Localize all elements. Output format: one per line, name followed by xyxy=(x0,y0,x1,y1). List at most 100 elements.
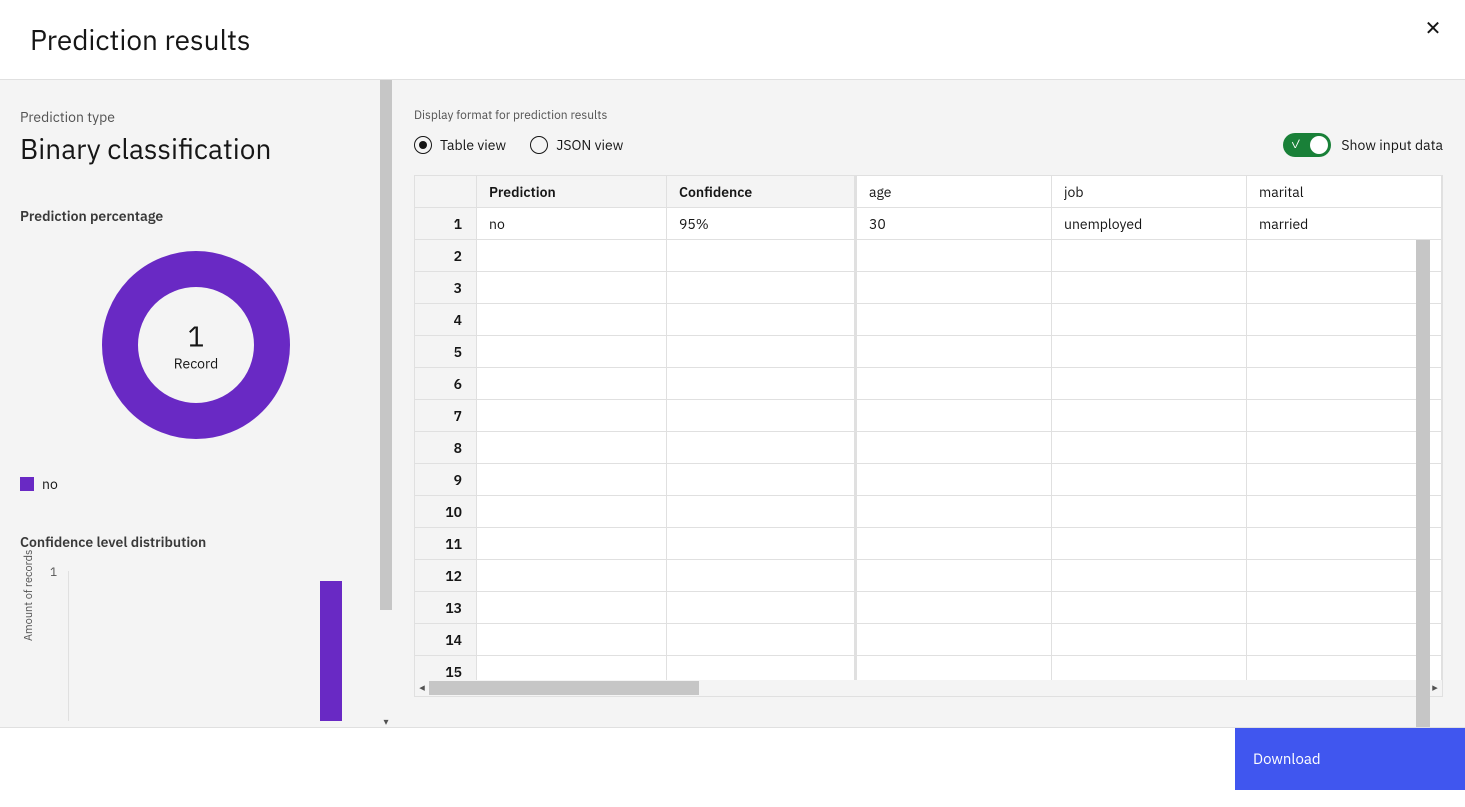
cell-confidence[interactable] xyxy=(667,304,857,336)
cell-job[interactable] xyxy=(1052,496,1247,528)
cell-prediction[interactable] xyxy=(477,368,667,400)
column-header-prediction[interactable]: Prediction xyxy=(477,176,667,208)
cell-job[interactable] xyxy=(1052,560,1247,592)
chevron-left-icon[interactable]: ◂ xyxy=(415,681,429,695)
cell-prediction[interactable] xyxy=(477,240,667,272)
row-number[interactable]: 13 xyxy=(415,592,477,624)
cell-marital[interactable] xyxy=(1247,304,1442,336)
cell-confidence[interactable] xyxy=(667,528,857,560)
cell-confidence[interactable] xyxy=(667,464,857,496)
cell-age[interactable] xyxy=(857,432,1052,464)
cell-age[interactable] xyxy=(857,560,1052,592)
row-number[interactable]: 6 xyxy=(415,368,477,400)
chevron-down-icon[interactable]: ▾ xyxy=(380,715,392,727)
row-number[interactable]: 14 xyxy=(415,624,477,656)
row-number[interactable]: 1 xyxy=(415,208,477,240)
cell-job[interactable] xyxy=(1052,304,1247,336)
cell-job[interactable] xyxy=(1052,432,1247,464)
cell-age[interactable] xyxy=(857,624,1052,656)
cell-age[interactable] xyxy=(857,592,1052,624)
cell-marital[interactable]: married xyxy=(1247,208,1442,240)
cell-age[interactable] xyxy=(857,528,1052,560)
cell-marital[interactable] xyxy=(1247,272,1442,304)
sidebar-scrollbar[interactable]: ▾ xyxy=(380,80,392,727)
row-number[interactable]: 8 xyxy=(415,432,477,464)
cell-job[interactable] xyxy=(1052,400,1247,432)
cell-job[interactable] xyxy=(1052,592,1247,624)
cell-prediction[interactable] xyxy=(477,400,667,432)
scrollbar-thumb[interactable] xyxy=(380,80,392,610)
cell-confidence[interactable] xyxy=(667,592,857,624)
cell-job[interactable] xyxy=(1052,368,1247,400)
cell-marital[interactable] xyxy=(1247,336,1442,368)
cell-marital[interactable] xyxy=(1247,624,1442,656)
cell-confidence[interactable] xyxy=(667,496,857,528)
cell-prediction[interactable] xyxy=(477,304,667,336)
cell-marital[interactable] xyxy=(1247,592,1442,624)
cell-age[interactable] xyxy=(857,464,1052,496)
cell-age[interactable] xyxy=(857,304,1052,336)
row-number[interactable]: 7 xyxy=(415,400,477,432)
cell-job[interactable] xyxy=(1052,336,1247,368)
radio-json-view[interactable]: JSON view xyxy=(530,136,623,154)
cell-job[interactable] xyxy=(1052,528,1247,560)
cell-prediction[interactable] xyxy=(477,272,667,304)
row-number[interactable]: 10 xyxy=(415,496,477,528)
row-number[interactable]: 12 xyxy=(415,560,477,592)
cell-confidence[interactable]: 95% xyxy=(667,208,857,240)
cell-prediction[interactable] xyxy=(477,528,667,560)
cell-prediction[interactable] xyxy=(477,432,667,464)
cell-confidence[interactable] xyxy=(667,368,857,400)
cell-job[interactable] xyxy=(1052,464,1247,496)
cell-marital[interactable] xyxy=(1247,496,1442,528)
cell-job[interactable]: unemployed xyxy=(1052,208,1247,240)
show-input-toggle[interactable]: ✓ xyxy=(1283,133,1331,157)
cell-prediction[interactable]: no xyxy=(477,208,667,240)
cell-confidence[interactable] xyxy=(667,400,857,432)
scrollbar-thumb[interactable] xyxy=(429,681,699,695)
download-button[interactable]: Download xyxy=(1235,728,1465,790)
chevron-right-icon[interactable]: ▸ xyxy=(1428,681,1442,695)
cell-prediction[interactable] xyxy=(477,496,667,528)
cell-age[interactable] xyxy=(857,336,1052,368)
cell-job[interactable] xyxy=(1052,624,1247,656)
vertical-scrollbar[interactable] xyxy=(1416,240,1430,760)
cell-marital[interactable] xyxy=(1247,528,1442,560)
cell-prediction[interactable] xyxy=(477,592,667,624)
cell-age[interactable] xyxy=(857,368,1052,400)
column-header-marital[interactable]: marital xyxy=(1247,176,1442,208)
cell-age[interactable] xyxy=(857,240,1052,272)
cell-age[interactable] xyxy=(857,496,1052,528)
scrollbar-thumb[interactable] xyxy=(1416,240,1430,730)
cell-confidence[interactable] xyxy=(667,624,857,656)
cell-confidence[interactable] xyxy=(667,336,857,368)
row-number[interactable]: 4 xyxy=(415,304,477,336)
cell-marital[interactable] xyxy=(1247,368,1442,400)
row-number[interactable]: 2 xyxy=(415,240,477,272)
column-header-confidence[interactable]: Confidence xyxy=(667,176,857,208)
cell-confidence[interactable] xyxy=(667,560,857,592)
cell-confidence[interactable] xyxy=(667,272,857,304)
cell-prediction[interactable] xyxy=(477,464,667,496)
cell-age[interactable] xyxy=(857,272,1052,304)
column-header-job[interactable]: job xyxy=(1052,176,1247,208)
row-number[interactable]: 5 xyxy=(415,336,477,368)
horizontal-scrollbar[interactable]: ◂ ▸ xyxy=(415,680,1442,696)
close-button[interactable]: ✕ xyxy=(1421,15,1445,39)
cell-age[interactable] xyxy=(857,400,1052,432)
cell-prediction[interactable] xyxy=(477,624,667,656)
cell-marital[interactable] xyxy=(1247,432,1442,464)
column-header-age[interactable]: age xyxy=(857,176,1052,208)
cell-marital[interactable] xyxy=(1247,464,1442,496)
cell-confidence[interactable] xyxy=(667,432,857,464)
cell-age[interactable]: 30 xyxy=(857,208,1052,240)
cell-job[interactable] xyxy=(1052,240,1247,272)
cell-job[interactable] xyxy=(1052,272,1247,304)
radio-table-view[interactable]: Table view xyxy=(414,136,506,154)
cell-prediction[interactable] xyxy=(477,336,667,368)
row-number[interactable]: 11 xyxy=(415,528,477,560)
row-number[interactable]: 9 xyxy=(415,464,477,496)
row-number[interactable]: 3 xyxy=(415,272,477,304)
cell-marital[interactable] xyxy=(1247,560,1442,592)
cell-prediction[interactable] xyxy=(477,560,667,592)
